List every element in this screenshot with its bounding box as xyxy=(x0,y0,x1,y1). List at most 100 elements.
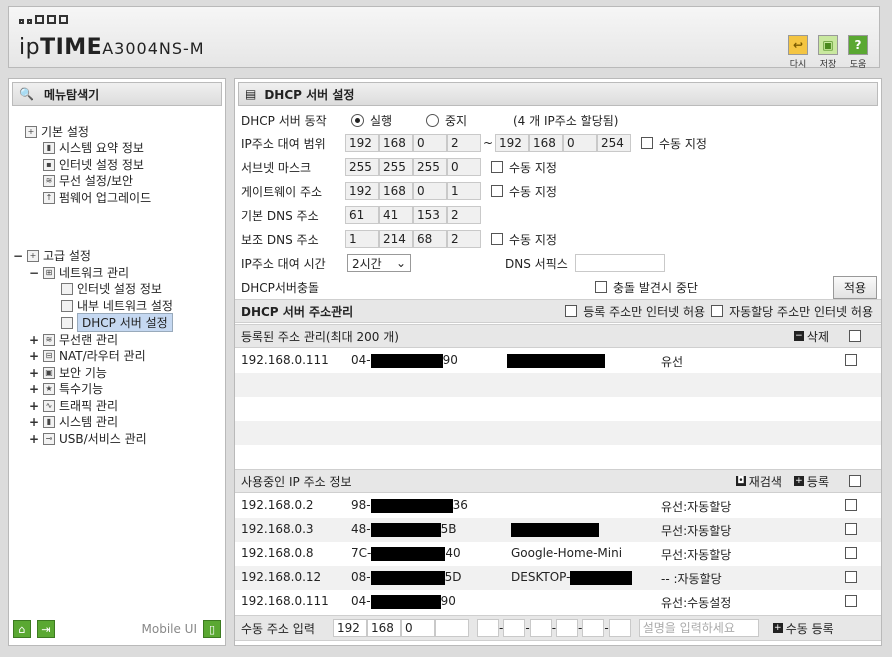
gateway-1[interactable]: 192 xyxy=(345,182,379,200)
dns2-3[interactable]: 68 xyxy=(413,230,447,248)
manual-mac-5[interactable] xyxy=(582,619,605,637)
sidebar-item-basic[interactable]: + 기본 설정 xyxy=(25,123,89,140)
sidebar-item-advanced[interactable]: − + 고급 설정 xyxy=(13,247,91,264)
range-end-1[interactable]: 192 xyxy=(495,134,529,152)
range-manual-checkbox[interactable] xyxy=(641,137,653,149)
manual-register-button[interactable]: + 수동 등록 xyxy=(772,620,834,637)
table-row[interactable]: 192.168.0.8 7C- 40 Google-Home-Mini 무선:자동… xyxy=(235,542,881,566)
manual-ip-2[interactable]: 168 xyxy=(367,619,401,637)
network-icon: ⊞ xyxy=(43,266,55,279)
delete-button[interactable]: − 삭제 xyxy=(793,328,829,345)
dns1-1[interactable]: 61 xyxy=(345,206,379,224)
auto-only-checkbox[interactable] xyxy=(711,305,724,317)
server-action-row: DHCP 서버 동작 실행 중지 (4 개 IP주소 할당됨) xyxy=(241,113,619,128)
conflict-stop-checkbox[interactable] xyxy=(595,281,607,293)
subnet-2[interactable]: 255 xyxy=(379,158,413,176)
sidebar-item-nat[interactable]: + ⊟ NAT/라우터 관리 xyxy=(29,347,146,364)
sidebar-item-network[interactable]: − ⊞ 네트워크 관리 xyxy=(29,264,129,281)
row-checkbox[interactable] xyxy=(845,499,857,511)
register-button[interactable]: + 등록 xyxy=(793,473,829,490)
subnet-1[interactable]: 255 xyxy=(345,158,379,176)
apply-button[interactable]: 적용 xyxy=(832,275,877,299)
expand-icon[interactable]: + xyxy=(29,382,39,396)
range-end-3[interactable]: 0 xyxy=(563,134,597,152)
sidebar-item-system[interactable]: + ▮ 시스템 관리 xyxy=(29,413,118,430)
row-checkbox[interactable] xyxy=(845,547,857,559)
run-radio[interactable] xyxy=(351,113,364,127)
expand-icon[interactable]: + xyxy=(29,415,39,429)
range-start-3[interactable]: 0 xyxy=(413,134,447,152)
manual-mac-4[interactable] xyxy=(556,619,579,637)
home-icon[interactable]: ⌂ xyxy=(13,620,31,638)
sidebar-item-wireless[interactable]: ≋ 무선 설정/보안 xyxy=(43,172,133,189)
dns2-manual-checkbox[interactable] xyxy=(491,233,503,245)
plus-icon: + xyxy=(793,476,804,486)
registered-select-all-checkbox[interactable] xyxy=(849,330,861,342)
logout-button[interactable]: ↩ 다시 xyxy=(787,35,809,70)
dns1-2[interactable]: 41 xyxy=(379,206,413,224)
expand-icon[interactable]: + xyxy=(29,432,39,446)
collapse-icon[interactable]: − xyxy=(29,266,39,280)
registered-only-checkbox[interactable] xyxy=(565,305,578,317)
lease-time-select[interactable]: 2시간 ⌄ xyxy=(347,254,411,272)
manual-mac-2[interactable] xyxy=(503,619,526,637)
dns1-3[interactable]: 153 xyxy=(413,206,447,224)
sidebar-item-wireless-mgmt[interactable]: + ≋ 무선랜 관리 xyxy=(29,331,118,348)
row-checkbox[interactable] xyxy=(845,571,857,583)
dns2-1[interactable]: 1 xyxy=(345,230,379,248)
expand-icon[interactable]: + xyxy=(29,349,39,363)
subnet-3[interactable]: 255 xyxy=(413,158,447,176)
gateway-2[interactable]: 168 xyxy=(379,182,413,200)
row-checkbox[interactable] xyxy=(845,523,857,535)
manual-mac-6[interactable] xyxy=(608,619,631,637)
range-end-4[interactable]: 254 xyxy=(597,134,631,152)
manual-mac-1[interactable] xyxy=(477,619,499,637)
dns1-4[interactable]: 2 xyxy=(447,206,481,224)
stop-radio[interactable] xyxy=(426,113,439,127)
range-start-4[interactable]: 2 xyxy=(447,134,481,152)
manual-ip-3[interactable]: 0 xyxy=(401,619,435,637)
gateway-4[interactable]: 1 xyxy=(447,182,481,200)
help-button[interactable]: ? 도움 xyxy=(847,35,869,70)
gateway-3[interactable]: 0 xyxy=(413,182,447,200)
manual-ip-1[interactable]: 192 xyxy=(333,619,367,637)
table-row[interactable]: 192.168.0.12 08- 5D DESKTOP- -- :자동할당 xyxy=(235,566,881,590)
description-input[interactable]: 설명을 입력하세요 xyxy=(638,619,759,637)
dns2-2[interactable]: 214 xyxy=(379,230,413,248)
range-start-1[interactable]: 192 xyxy=(345,134,379,152)
expand-icon[interactable]: + xyxy=(29,366,39,380)
gateway-manual-checkbox[interactable] xyxy=(491,185,503,197)
manual-mac-3[interactable] xyxy=(529,619,552,637)
inuse-select-all-checkbox[interactable] xyxy=(849,475,861,487)
dns-suffix-input[interactable] xyxy=(575,254,665,272)
range-end-2[interactable]: 168 xyxy=(529,134,563,152)
table-row[interactable]: 192.168.0.2 98- 36 유선:자동할당 xyxy=(235,494,881,518)
table-row[interactable]: 192.168.0.3 48- 5B 무선:자동할당 xyxy=(235,518,881,542)
sidebar-item-security[interactable]: + ▣ 보안 기능 xyxy=(29,364,107,381)
sidebar-item-internal-network[interactable]: 내부 네트워크 설정 xyxy=(61,297,173,314)
dns2-4[interactable]: 2 xyxy=(447,230,481,248)
save-button[interactable]: ▣ 저장 xyxy=(817,35,839,70)
range-start-2[interactable]: 168 xyxy=(379,134,413,152)
row-checkbox[interactable] xyxy=(845,595,857,607)
sidebar-item-traffic[interactable]: + ∿ 트래픽 관리 xyxy=(29,397,118,414)
manual-ip-4[interactable] xyxy=(435,619,469,637)
sidebar-item-special[interactable]: + ★ 특수기능 xyxy=(29,380,103,397)
table-row[interactable]: 192.168.0.111 04- 90 유선 xyxy=(235,349,881,373)
sidebar-item-internet-info[interactable]: ▪ 인터넷 설정 정보 xyxy=(43,156,144,173)
sidebar-item-usb[interactable]: + ⊸ USB/서비스 관리 xyxy=(29,430,147,447)
sidebar-item-firmware[interactable]: ↑ 펌웨어 업그레이드 xyxy=(43,189,151,206)
subnet-4[interactable]: 0 xyxy=(447,158,481,176)
collapse-icon[interactable]: − xyxy=(13,249,23,263)
sidebar-item-adv-internet-info[interactable]: 인터넷 설정 정보 xyxy=(61,280,162,297)
exit-icon[interactable]: ⇥ xyxy=(37,620,55,638)
sidebar-item-system-summary[interactable]: ▮ 시스템 요약 정보 xyxy=(43,139,144,156)
expand-icon[interactable]: + xyxy=(29,399,39,413)
subnet-manual-checkbox[interactable] xyxy=(491,161,503,173)
rescan-button[interactable]: ◘ 재검색 xyxy=(735,473,782,490)
expand-icon[interactable]: + xyxy=(29,333,39,347)
sidebar-item-dhcp[interactable]: DHCP 서버 설정 xyxy=(61,313,173,332)
mobile-ui-link[interactable]: Mobile UI ▯ xyxy=(142,620,221,638)
table-row[interactable]: 192.168.0.111 04- 90 유선:수동설정 xyxy=(235,590,881,614)
row-checkbox[interactable] xyxy=(845,354,857,366)
